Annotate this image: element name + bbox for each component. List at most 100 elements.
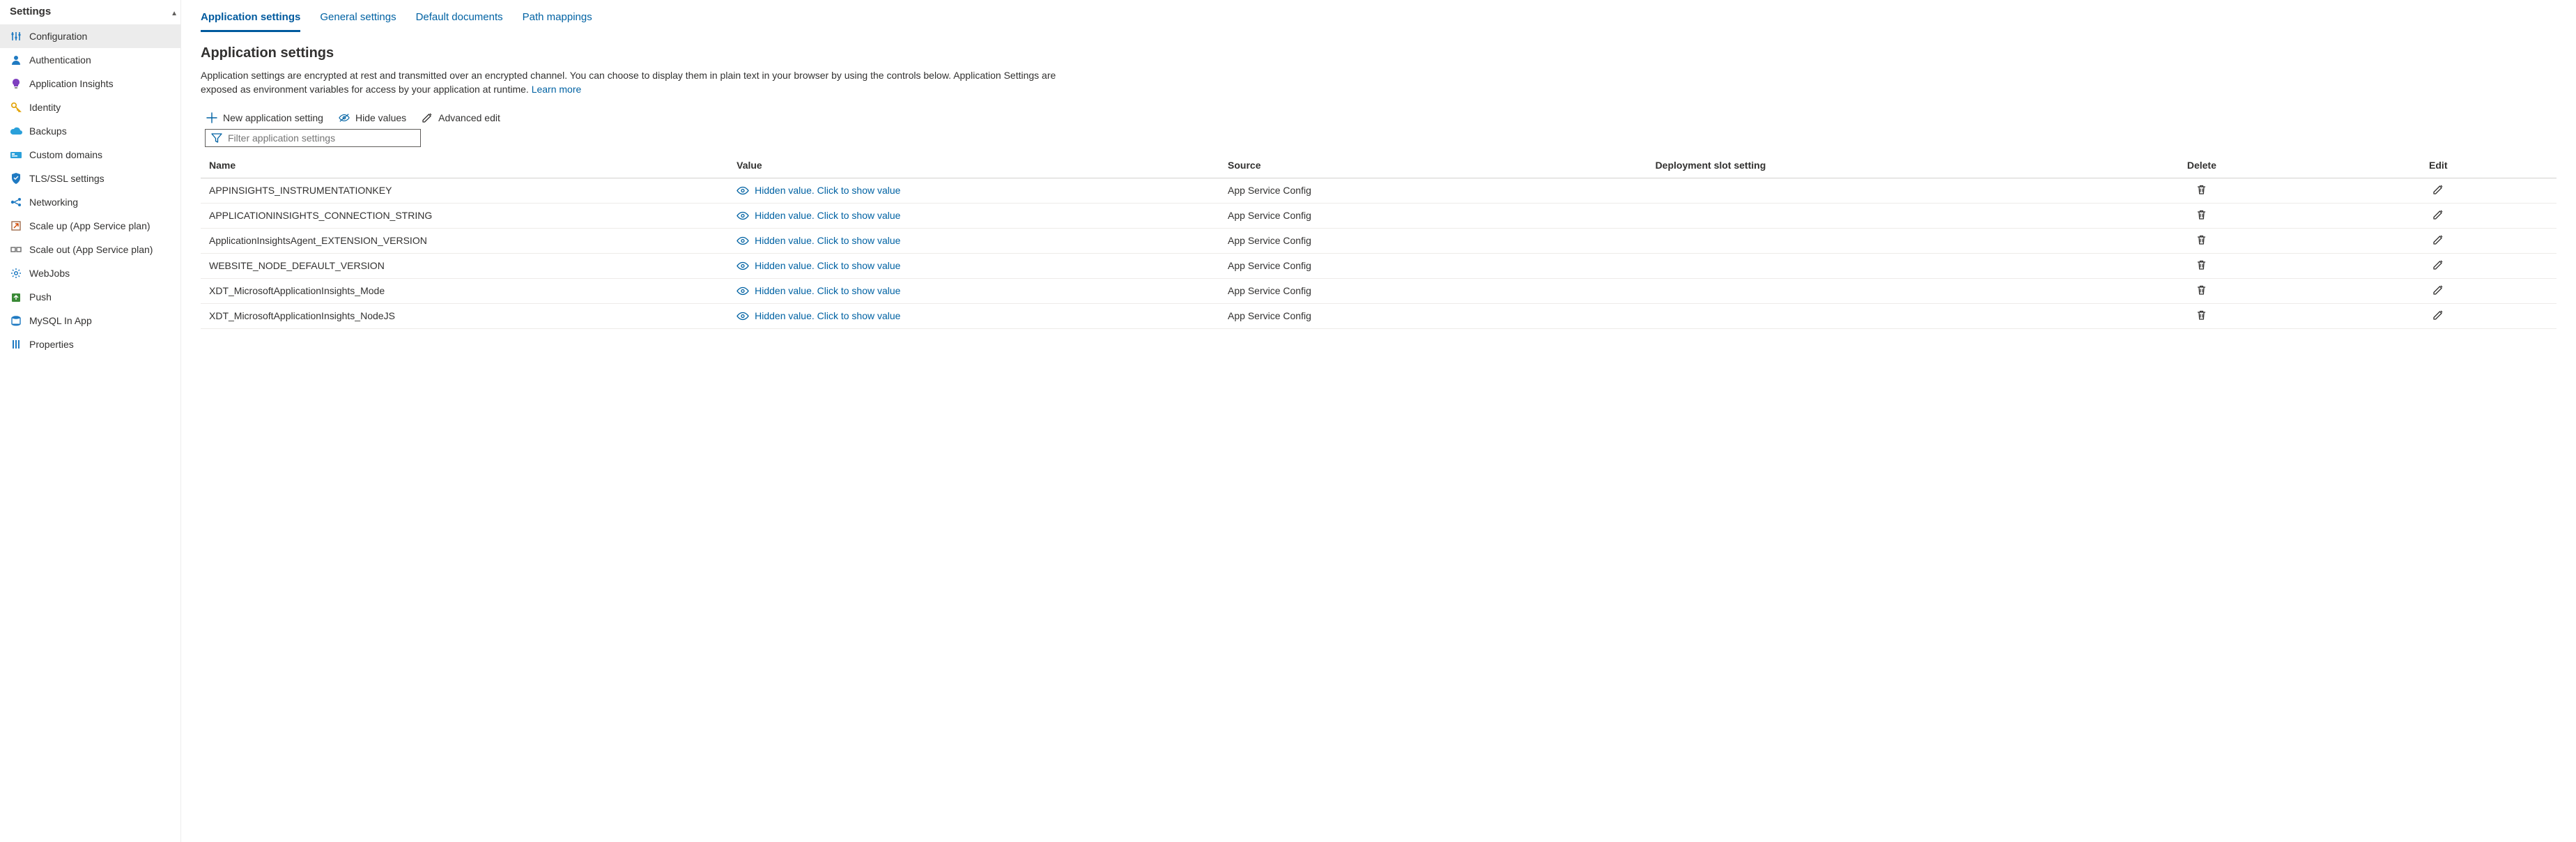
delete-cell — [2083, 203, 2320, 228]
database-icon — [10, 314, 22, 327]
pencil-icon[interactable] — [2432, 209, 2444, 220]
trash-icon[interactable] — [2196, 184, 2207, 195]
push-icon — [10, 291, 22, 303]
setting-name-cell[interactable]: ApplicationInsightsAgent_EXTENSION_VERSI… — [201, 228, 728, 253]
trash-icon[interactable] — [2196, 309, 2207, 321]
sidebar-item-label: MySQL In App — [29, 315, 92, 326]
eye-icon[interactable] — [736, 186, 749, 195]
setting-name-cell[interactable]: WEBSITE_NODE_DEFAULT_VERSION — [201, 253, 728, 278]
pencil-icon[interactable] — [2432, 184, 2444, 195]
sidebar-title: Settings — [0, 0, 180, 24]
sidebar-item-backups[interactable]: Backups — [0, 119, 180, 143]
eye-icon[interactable] — [736, 312, 749, 321]
pencil-icon[interactable] — [2432, 259, 2444, 270]
edit-cell — [2320, 228, 2556, 253]
show-value-link[interactable]: Hidden value. Click to show value — [755, 310, 900, 321]
sidebar-item-configuration[interactable]: Configuration — [0, 24, 180, 48]
col-header-value[interactable]: Value — [728, 153, 1219, 178]
setting-name-cell[interactable]: XDT_MicrosoftApplicationInsights_Mode — [201, 278, 728, 303]
hide-values-button[interactable]: Hide values — [339, 112, 406, 123]
show-value-link[interactable]: Hidden value. Click to show value — [755, 235, 900, 246]
properties-icon — [10, 338, 22, 351]
pencil-icon[interactable] — [2432, 284, 2444, 296]
sidebar-item-label: Scale up (App Service plan) — [29, 220, 151, 231]
pencil-icon[interactable] — [2432, 309, 2444, 321]
setting-name-cell[interactable]: APPLICATIONINSIGHTS_CONNECTION_STRING — [201, 203, 728, 228]
col-header-name[interactable]: Name — [201, 153, 728, 178]
scaleup-icon — [10, 220, 22, 232]
advanced-edit-label: Advanced edit — [438, 112, 500, 123]
edit-cell — [2320, 253, 2556, 278]
network-icon — [10, 196, 22, 208]
trash-icon[interactable] — [2196, 284, 2207, 296]
tab-path-mappings[interactable]: Path mappings — [523, 11, 592, 32]
sidebar-item-properties[interactable]: Properties — [0, 332, 180, 356]
sidebar-item-label: Application Insights — [29, 78, 114, 89]
pencil-icon[interactable] — [2432, 234, 2444, 245]
sidebar-item-tls-ssl-settings[interactable]: TLS/SSL settings — [0, 167, 180, 190]
trash-icon[interactable] — [2196, 234, 2207, 245]
tab-general-settings[interactable]: General settings — [320, 11, 396, 32]
tab-default-documents[interactable]: Default documents — [416, 11, 503, 32]
delete-cell — [2083, 253, 2320, 278]
gear-icon — [10, 267, 22, 280]
sliders-icon — [10, 30, 22, 43]
sidebar-item-application-insights[interactable]: Application Insights — [0, 72, 180, 95]
setting-source-cell: App Service Config — [1219, 278, 1647, 303]
sidebar-item-identity[interactable]: Identity — [0, 95, 180, 119]
section-description-text: Application settings are encrypted at re… — [201, 70, 1056, 95]
advanced-edit-button[interactable]: Advanced edit — [422, 112, 500, 123]
sidebar-item-scale-up-app-service-plan[interactable]: Scale up (App Service plan) — [0, 214, 180, 238]
trash-icon[interactable] — [2196, 259, 2207, 270]
eye-slash-icon — [339, 112, 350, 123]
delete-cell — [2083, 303, 2320, 328]
eye-icon[interactable] — [736, 211, 749, 220]
sidebar-item-scale-out-app-service-plan[interactable]: Scale out (App Service plan) — [0, 238, 180, 261]
col-header-source[interactable]: Source — [1219, 153, 1647, 178]
delete-cell — [2083, 228, 2320, 253]
sidebar-item-label: Configuration — [29, 31, 87, 42]
col-header-slot[interactable]: Deployment slot setting — [1647, 153, 2084, 178]
table-row: APPLICATIONINSIGHTS_CONNECTION_STRING Hid… — [201, 203, 2556, 228]
show-value-link[interactable]: Hidden value. Click to show value — [755, 210, 900, 221]
sidebar-item-webjobs[interactable]: WebJobs — [0, 261, 180, 285]
scroll-up-icon[interactable]: ▲ — [171, 10, 178, 17]
table-row: XDT_MicrosoftApplicationInsights_NodeJS H… — [201, 303, 2556, 328]
show-value-link[interactable]: Hidden value. Click to show value — [755, 285, 900, 296]
show-value-link[interactable]: Hidden value. Click to show value — [755, 185, 900, 196]
eye-icon[interactable] — [736, 286, 749, 296]
sidebar-item-label: Authentication — [29, 54, 91, 66]
sidebar-item-label: Identity — [29, 102, 61, 113]
filter-box[interactable] — [205, 129, 421, 147]
show-value-link[interactable]: Hidden value. Click to show value — [755, 260, 900, 271]
setting-name-cell[interactable]: XDT_MicrosoftApplicationInsights_NodeJS — [201, 303, 728, 328]
col-header-delete: Delete — [2083, 153, 2320, 178]
tab-application-settings[interactable]: Application settings — [201, 11, 300, 32]
sidebar-item-networking[interactable]: Networking — [0, 190, 180, 214]
toolbar: New application setting Hide values Adva… — [201, 112, 2556, 123]
learn-more-link[interactable]: Learn more — [532, 84, 582, 95]
new-application-setting-button[interactable]: New application setting — [206, 112, 323, 123]
sidebar-item-authentication[interactable]: Authentication — [0, 48, 180, 72]
eye-icon[interactable] — [736, 261, 749, 270]
edit-cell — [2320, 278, 2556, 303]
sidebar-item-mysql-in-app[interactable]: MySQL In App — [0, 309, 180, 332]
setting-slot-cell — [1647, 303, 2084, 328]
col-header-edit: Edit — [2320, 153, 2556, 178]
eye-icon[interactable] — [736, 236, 749, 245]
sidebar-item-label: Scale out (App Service plan) — [29, 244, 153, 255]
setting-name-cell[interactable]: APPINSIGHTS_INSTRUMENTATIONKEY — [201, 178, 728, 203]
sidebar-item-label: WebJobs — [29, 268, 70, 279]
filter-input[interactable] — [228, 132, 415, 144]
setting-value-cell: Hidden value. Click to show value — [728, 178, 1219, 203]
scaleout-icon — [10, 243, 22, 256]
setting-value-cell: Hidden value. Click to show value — [728, 303, 1219, 328]
sidebar-item-label: Properties — [29, 339, 74, 350]
setting-slot-cell — [1647, 178, 2084, 203]
table-row: WEBSITE_NODE_DEFAULT_VERSION Hidden value… — [201, 253, 2556, 278]
sidebar-item-custom-domains[interactable]: Custom domains — [0, 143, 180, 167]
trash-icon[interactable] — [2196, 209, 2207, 220]
sidebar-item-push[interactable]: Push — [0, 285, 180, 309]
domains-icon — [10, 148, 22, 161]
setting-value-cell: Hidden value. Click to show value — [728, 203, 1219, 228]
